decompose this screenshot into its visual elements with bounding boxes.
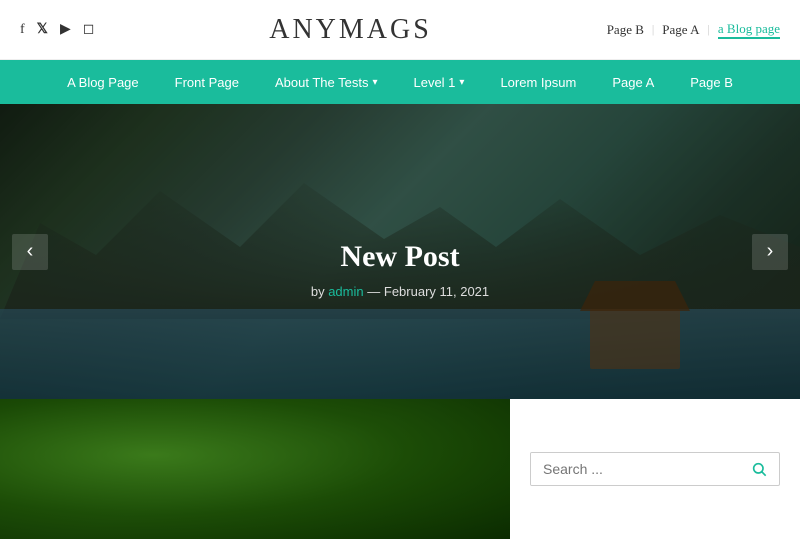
thumbnail-overlay (0, 399, 510, 539)
nav-a-blog-page[interactable]: A Blog Page (49, 60, 157, 104)
nav-front-page[interactable]: Front Page (157, 60, 257, 104)
nav-page-a[interactable]: Page A (594, 60, 672, 104)
hero-post-title: New Post (311, 240, 489, 274)
facebook-icon[interactable]: f (20, 22, 25, 38)
search-button[interactable] (739, 453, 779, 485)
search-input[interactable] (531, 453, 739, 485)
hero-dash: — (367, 284, 384, 299)
search-box[interactable] (530, 452, 780, 486)
hero-meta: by admin — February 11, 2021 (311, 284, 489, 299)
top-nav-sep-1: | (652, 22, 654, 37)
site-title: ANYMAGS (94, 14, 606, 46)
hut-roof (580, 281, 690, 311)
level1-dropdown-arrow: ▾ (459, 77, 464, 88)
hero-by-label: by (311, 284, 325, 299)
top-bar: f 𝕏 ▶ ◻ ANYMAGS Page B | Page A | a Blog… (0, 0, 800, 60)
top-nav-blog-page[interactable]: a Blog page (718, 21, 780, 39)
nav-bar: A Blog Page Front Page About The Tests ▾… (0, 60, 800, 104)
sidebar-search (510, 399, 800, 539)
nav-about-the-tests[interactable]: About The Tests ▾ (257, 60, 396, 104)
top-nav-page-b[interactable]: Page B (607, 22, 644, 38)
slider-next-button[interactable]: › (752, 234, 788, 270)
twitter-icon[interactable]: 𝕏 (37, 21, 48, 38)
nav-lorem-ipsum[interactable]: Lorem Ipsum (482, 60, 594, 104)
top-nav: Page B | Page A | a Blog page (607, 21, 780, 39)
nav-level-1[interactable]: Level 1 ▾ (395, 60, 482, 104)
hero-content: New Post by admin — February 11, 2021 (311, 240, 489, 299)
youtube-icon[interactable]: ▶ (60, 21, 71, 38)
social-icons: f 𝕏 ▶ ◻ (20, 21, 94, 38)
instagram-icon[interactable]: ◻ (83, 21, 95, 38)
about-dropdown-arrow: ▾ (372, 77, 377, 88)
slider-prev-button[interactable]: ‹ (12, 234, 48, 270)
hero-slider: ‹ New Post by admin — February 11, 2021 … (0, 104, 800, 399)
top-nav-page-a[interactable]: Page A (662, 22, 699, 38)
nav-page-b[interactable]: Page B (672, 60, 751, 104)
top-nav-sep-2: | (708, 22, 710, 37)
search-icon (751, 461, 767, 477)
bottom-section (0, 399, 800, 539)
hero-author[interactable]: admin (328, 284, 363, 299)
hero-date: February 11, 2021 (384, 284, 489, 299)
hut-decoration (590, 309, 680, 369)
bottom-thumbnail[interactable] (0, 399, 510, 539)
